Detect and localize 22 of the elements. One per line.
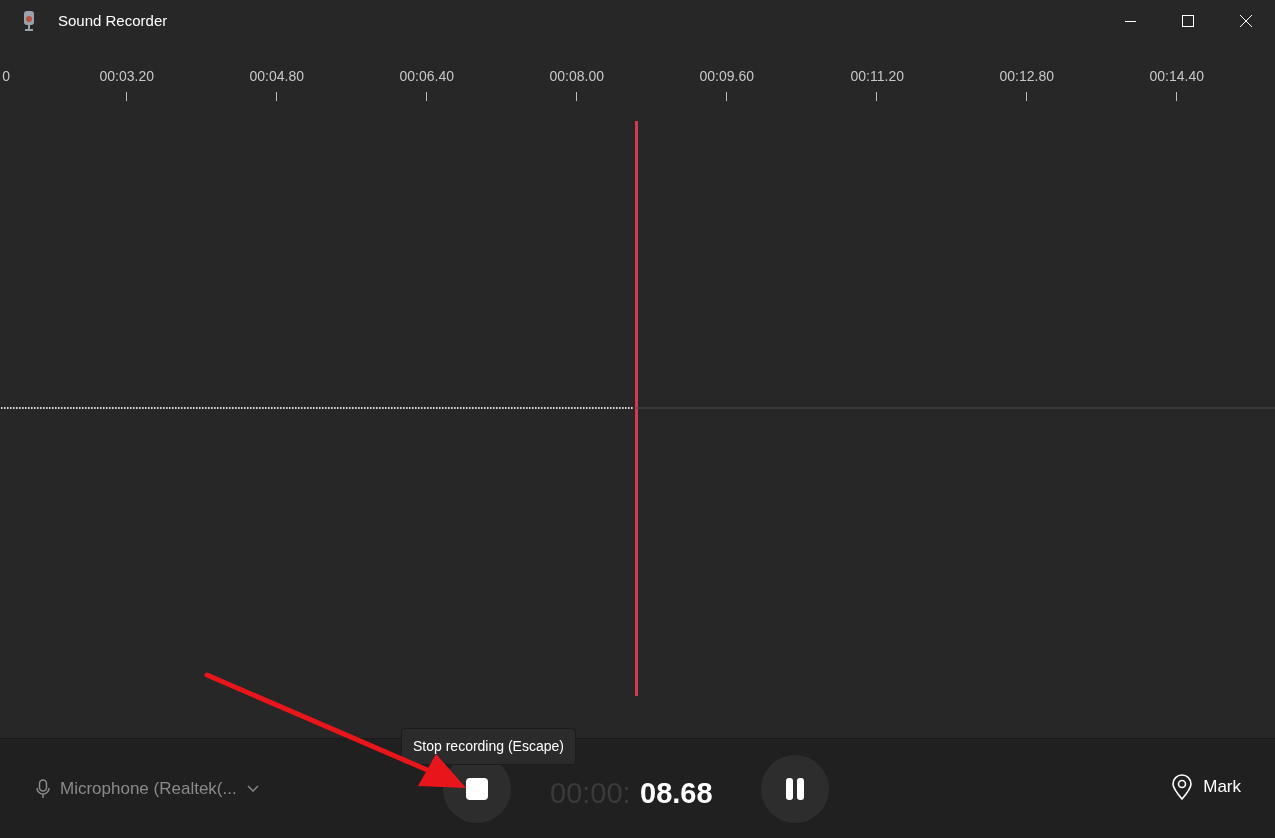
timeline-label: 00:06.40 — [398, 67, 454, 86]
microphone-icon — [36, 778, 50, 799]
timer-current: 08.68 — [640, 776, 713, 811]
timeline-label: 0 — [1, 67, 10, 86]
timeline-label: 00:09.60 — [698, 67, 754, 86]
timeline-label: 00:03.20 — [98, 67, 154, 86]
timeline-label: 00:04.80 — [248, 67, 304, 86]
chevron-down-icon — [246, 784, 259, 793]
close-icon — [1240, 15, 1252, 27]
timeline-label: 00:11.20 — [849, 67, 904, 86]
timeline-label: 00:12.80 — [998, 67, 1054, 86]
window-title: Sound Recorder — [58, 10, 168, 31]
pause-icon — [784, 778, 806, 800]
microphone-dropdown[interactable]: Microphone (Realtek(... — [32, 771, 263, 806]
microphone-app-icon — [22, 11, 36, 31]
location-pin-icon — [1171, 774, 1194, 800]
timeline-label: 00:08.00 — [548, 67, 604, 86]
timeline-label: 00:14.40 — [1148, 67, 1204, 86]
tooltip: Stop recording (Escape) — [401, 728, 576, 765]
mark-button[interactable]: Mark — [1165, 773, 1247, 801]
stop-icon — [466, 778, 488, 800]
maximize-icon — [1182, 15, 1194, 27]
